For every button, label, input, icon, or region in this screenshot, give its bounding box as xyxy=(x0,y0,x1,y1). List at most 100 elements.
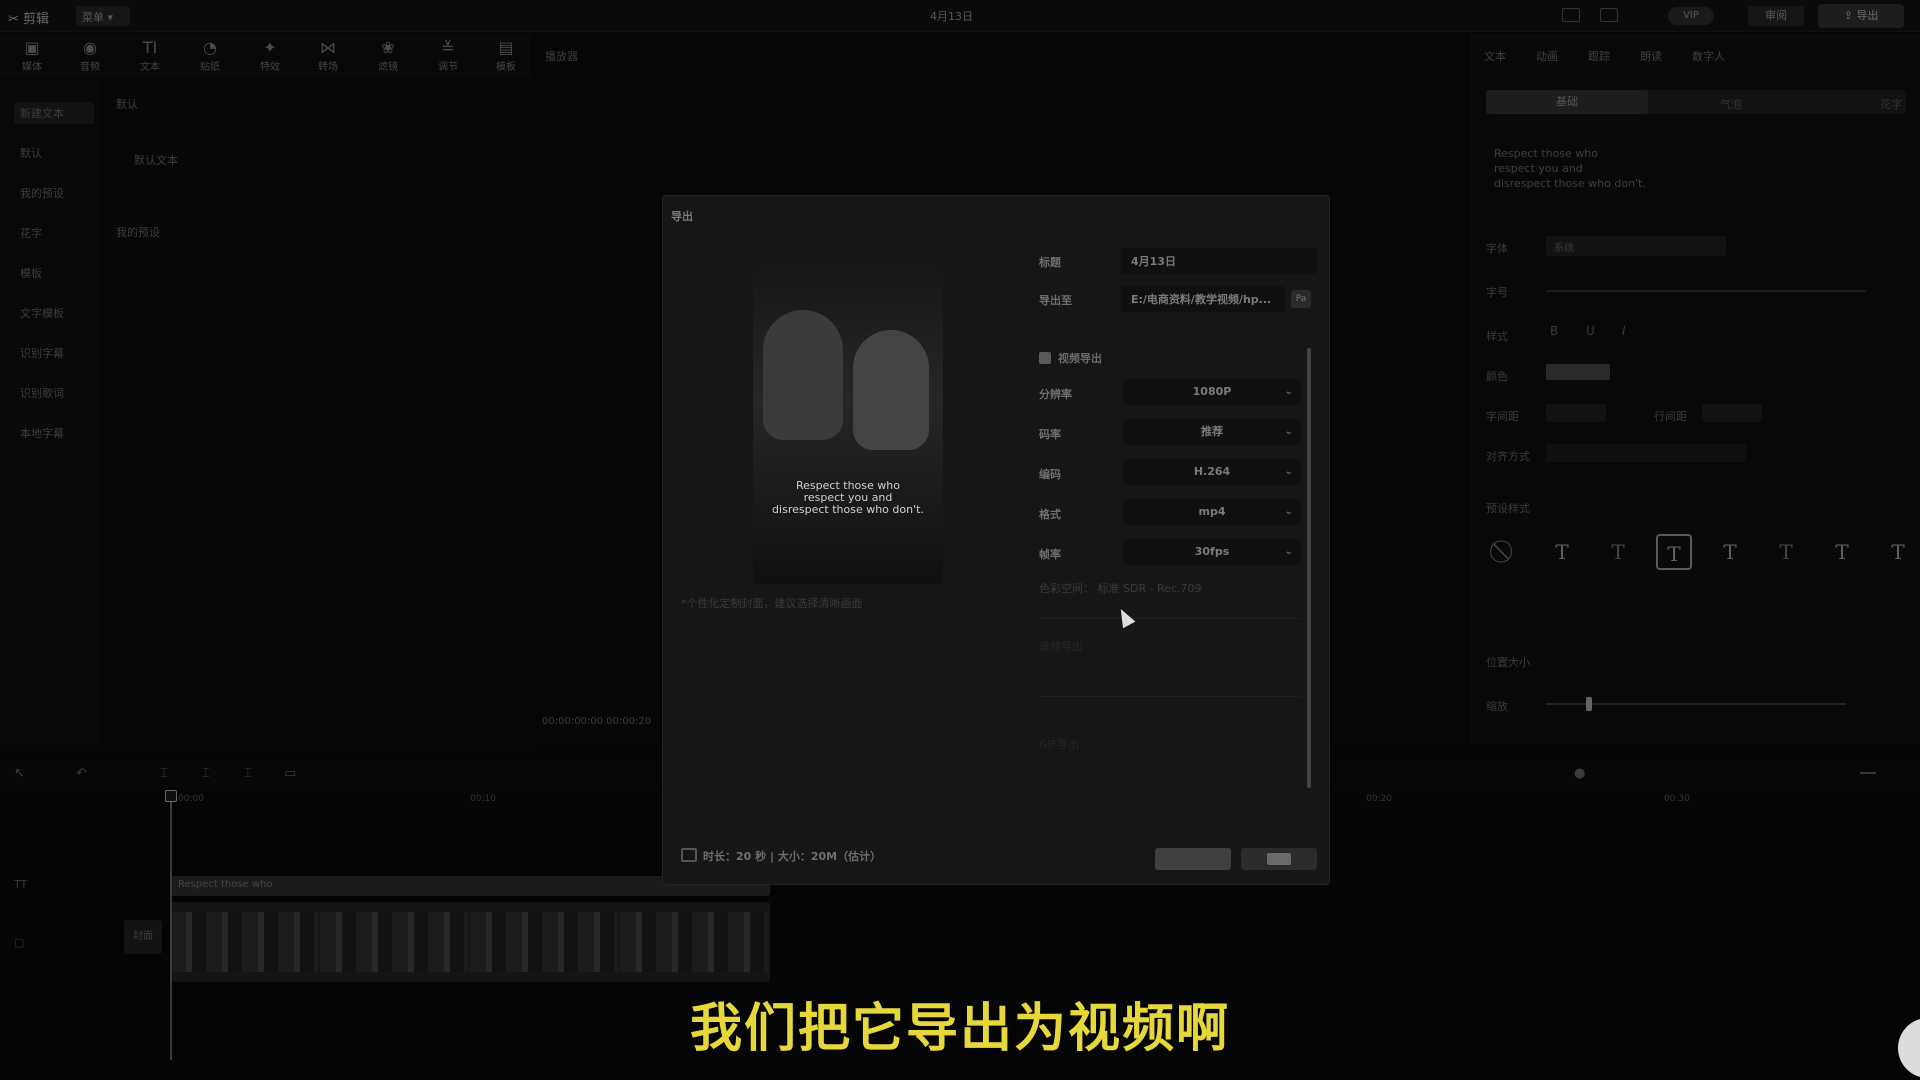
ruler-tick: 00:00 xyxy=(178,794,204,804)
split-right-icon[interactable]: ⌶ xyxy=(244,766,252,781)
select-tool-icon[interactable]: ↖ xyxy=(14,766,25,781)
tool-adjust[interactable]: ≚ 调节 xyxy=(420,38,476,76)
gif-export-label[interactable]: GIF导出 xyxy=(1039,736,1079,752)
label-spacing: 字间距 xyxy=(1486,410,1519,423)
tool-media[interactable]: ▣ 媒体 xyxy=(4,38,60,76)
review-button[interactable]: 审阅 xyxy=(1748,6,1804,26)
tool-sticker[interactable]: ◔ 贴纸 xyxy=(182,38,238,76)
text-line: Respect those who xyxy=(1494,147,1598,160)
tool-filter[interactable]: ❀ 滤镜 xyxy=(360,38,416,76)
cover-button[interactable]: 封面 xyxy=(124,920,162,954)
export-button-label: 导出 xyxy=(1856,9,1879,22)
mic-icon[interactable]: ● xyxy=(1574,766,1585,781)
text-line: respect you and xyxy=(1494,162,1583,175)
undo-icon[interactable]: ↶ xyxy=(76,766,87,781)
tool-audio[interactable]: ◉ 音频 xyxy=(62,38,118,76)
library-item[interactable]: 识别歌词 xyxy=(14,382,94,404)
caption-line: disrespect those who don't. xyxy=(772,503,924,516)
tool-label: 媒体 xyxy=(22,62,42,73)
default-text-item[interactable]: 默认文本 xyxy=(134,152,178,168)
layout-icon[interactable] xyxy=(1562,8,1580,22)
audio-export-label[interactable]: 音频导出 xyxy=(1039,638,1083,654)
codec-select[interactable]: H.264 ⌄ xyxy=(1123,459,1301,485)
library-item[interactable]: 我的预设 xyxy=(14,182,94,204)
preset-style-selected[interactable]: T xyxy=(1656,534,1692,570)
inspector-tab[interactable]: 朗读 xyxy=(1640,48,1662,64)
framerate-select[interactable]: 30fps ⌄ xyxy=(1123,539,1301,565)
text-track-icon: TT xyxy=(14,878,28,891)
cover-preview[interactable]: Respect those who respect you and disres… xyxy=(753,250,943,584)
text-content-input[interactable]: Respect those who respect you and disres… xyxy=(1494,146,1714,191)
subtab-basic[interactable]: 基础 xyxy=(1486,90,1648,114)
cancel-button[interactable] xyxy=(1155,848,1231,870)
font-select[interactable]: 系统 xyxy=(1546,236,1726,256)
settings-scrollbar[interactable] xyxy=(1307,348,1311,788)
export-button[interactable]: ⇪ 导出 xyxy=(1818,4,1904,28)
format-select[interactable]: mp4 ⌄ xyxy=(1123,499,1301,525)
library-item[interactable]: 默认 xyxy=(14,142,94,164)
bold-icon[interactable]: B xyxy=(1550,324,1558,338)
split-left-icon[interactable]: ⌶ xyxy=(202,766,210,781)
content-section: 我的预设 xyxy=(116,226,160,239)
inspector-tab[interactable]: 文本 xyxy=(1484,48,1506,64)
scale-slider-knob[interactable] xyxy=(1586,697,1592,711)
size-slider[interactable] xyxy=(1546,290,1866,292)
audio-icon: ◉ xyxy=(83,38,97,57)
tool-transition[interactable]: ⋈ 转场 xyxy=(300,38,356,76)
label-scale: 缩放 xyxy=(1486,700,1508,713)
inspector-tab[interactable]: 数字人 xyxy=(1692,48,1725,64)
no-preset-icon[interactable]: ⃠ xyxy=(1488,534,1524,570)
tool-effects[interactable]: ✦ 特效 xyxy=(242,38,298,76)
chevron-down-icon: ⌄ xyxy=(1284,386,1293,397)
spacing-input[interactable] xyxy=(1546,404,1606,422)
confirm-export-button[interactable] xyxy=(1241,848,1317,870)
filter-icon: ❀ xyxy=(381,38,395,57)
library-sidebar: 新建文本 默认 我的预设 花字 模板 文字模板 识别字幕 识别歌词 本地字幕 xyxy=(0,80,100,745)
preset-style[interactable]: T xyxy=(1544,534,1580,570)
folder-icon[interactable]: Pa xyxy=(1291,290,1311,308)
library-item[interactable]: 花字 xyxy=(14,222,94,244)
effects-icon: ✦ xyxy=(263,38,277,57)
tool-label: 贴纸 xyxy=(200,62,220,73)
color-swatch[interactable] xyxy=(1546,364,1610,380)
menu-button[interactable]: 菜单 ▾ xyxy=(76,6,130,26)
inspector-tab[interactable]: 动画 xyxy=(1536,48,1558,64)
preset-style[interactable]: T xyxy=(1768,534,1804,570)
italic-icon[interactable]: I xyxy=(1622,324,1626,338)
inspector-tab[interactable]: 跟踪 xyxy=(1588,48,1610,64)
playhead-handle[interactable] xyxy=(165,790,177,802)
library-item[interactable]: 模板 xyxy=(14,262,94,284)
tool-text[interactable]: TI 文本 xyxy=(122,38,178,76)
zoom-slider[interactable] xyxy=(1860,772,1876,774)
label-color: 颜色 xyxy=(1486,370,1508,383)
template-icon: ▤ xyxy=(498,38,514,57)
preset-style[interactable]: T xyxy=(1712,534,1748,570)
library-item[interactable]: 识别字幕 xyxy=(14,342,94,364)
line-spacing-input[interactable] xyxy=(1702,404,1762,422)
export-path-input[interactable]: E:/电商资料/教学视频/hp... xyxy=(1121,286,1285,312)
shortcut-icon[interactable] xyxy=(1600,8,1618,22)
video-export-label: 视频导出 xyxy=(1058,352,1102,365)
subtab-bubble[interactable]: 气泡 xyxy=(1720,96,1742,112)
title-input[interactable]: 4月13日 xyxy=(1121,248,1317,274)
preset-style[interactable]: T xyxy=(1600,534,1636,570)
underline-icon[interactable]: U xyxy=(1586,324,1595,338)
video-export-checkbox[interactable] xyxy=(1039,352,1051,364)
preset-style[interactable]: T xyxy=(1880,534,1916,570)
resolution-select[interactable]: 1080P ⌄ xyxy=(1123,379,1301,405)
video-clip[interactable] xyxy=(170,902,770,982)
library-item[interactable]: 文字模板 xyxy=(14,302,94,324)
tool-template[interactable]: ▤ 模板 xyxy=(478,38,534,76)
label-style: 样式 xyxy=(1486,330,1508,343)
align-buttons[interactable] xyxy=(1546,444,1746,462)
preset-style[interactable]: T xyxy=(1824,534,1860,570)
library-item[interactable]: 本地字幕 xyxy=(14,422,94,444)
bitrate-select[interactable]: 推荐 ⌄ xyxy=(1123,419,1301,445)
delete-icon[interactable]: ▭ xyxy=(284,766,296,781)
split-icon[interactable]: ⌶ xyxy=(160,766,168,781)
vip-badge[interactable]: VIP xyxy=(1668,7,1714,25)
chevron-down-icon: ⌄ xyxy=(1284,466,1293,477)
library-item[interactable]: 新建文本 xyxy=(14,102,94,124)
subtab-fancy[interactable]: 花字 xyxy=(1880,96,1902,112)
portrait-female xyxy=(853,330,929,450)
